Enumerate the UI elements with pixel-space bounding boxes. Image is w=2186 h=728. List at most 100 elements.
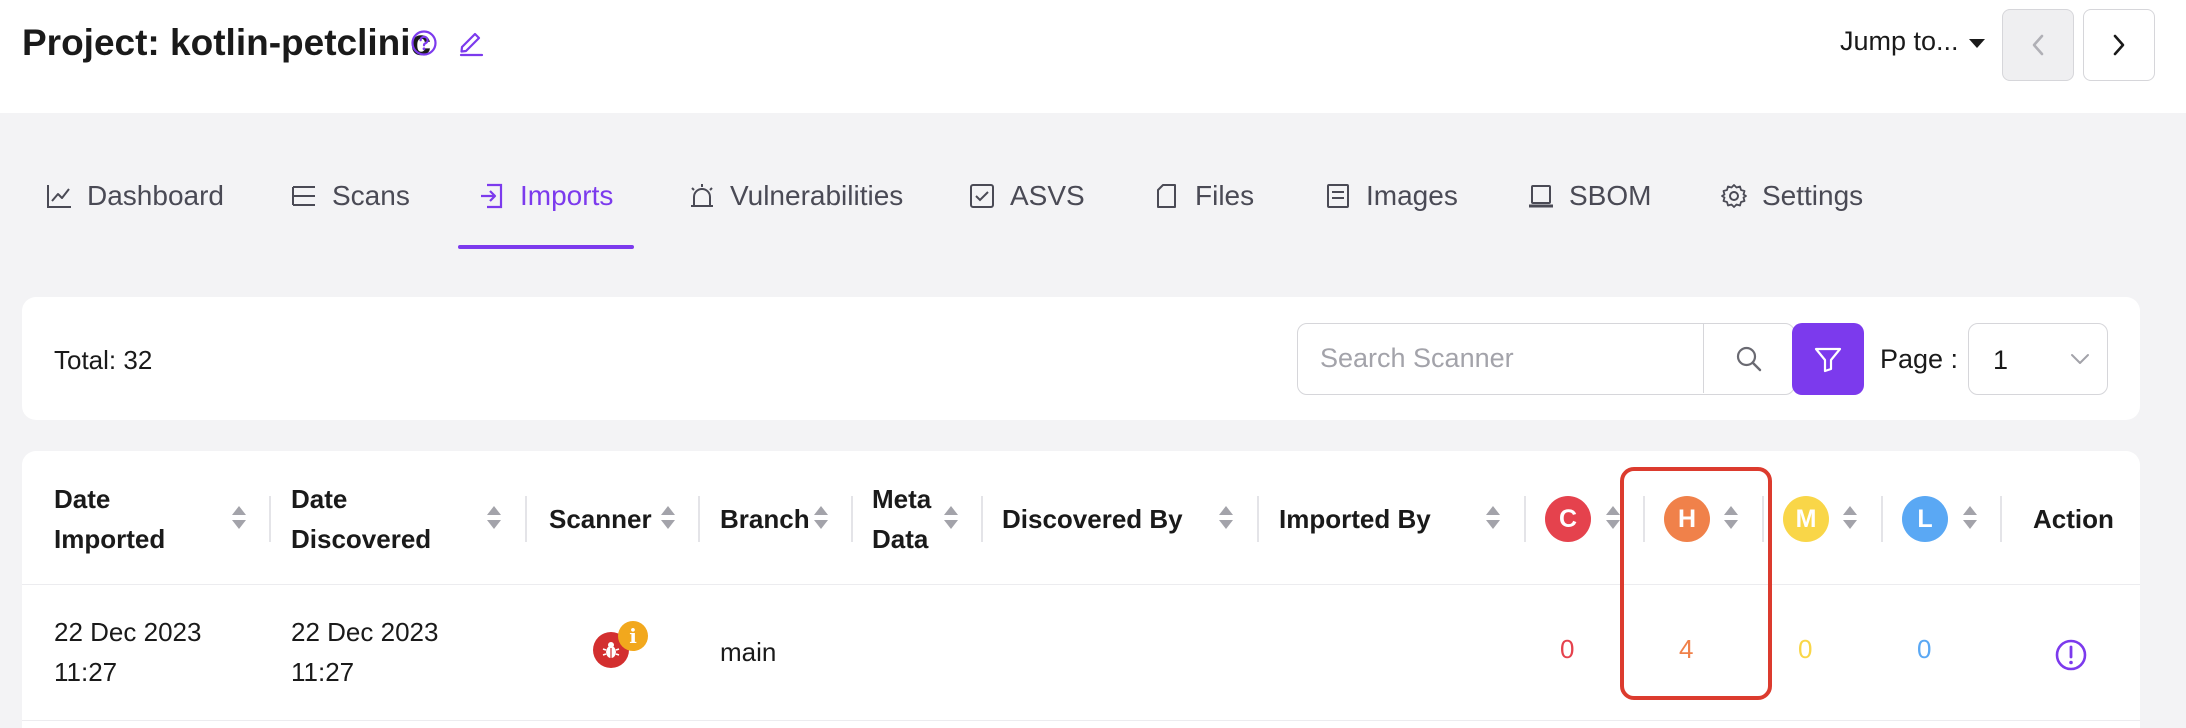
col-date-discovered-line2: Discovered <box>291 524 432 554</box>
tab-bar: Dashboard Scans Imports Vulnerabilities … <box>0 160 2186 250</box>
sort-icon[interactable] <box>1485 506 1501 532</box>
alert-circle-icon[interactable] <box>2054 638 2088 672</box>
page-title: Project: kotlin-petclinic <box>22 22 432 63</box>
top-bar: Project: kotlin-petclinic Jump to... <box>0 0 2186 113</box>
edit-icon[interactable] <box>456 27 486 57</box>
toolbar-card: Total: 32 Page : 1 <box>22 297 2140 420</box>
tab-label: Imports <box>520 180 614 211</box>
tab-label: SBOM <box>1569 180 1652 211</box>
column-divider <box>1762 496 1764 542</box>
sort-icon[interactable] <box>1723 506 1739 532</box>
col-imported-by[interactable]: Imported By <box>1279 499 1431 539</box>
cell-date-discovered-time: 11:27 <box>291 657 355 687</box>
sort-icon[interactable] <box>660 506 676 532</box>
col-date-discovered[interactable]: Date Discovered <box>291 479 431 559</box>
cell-date-discovered-date: 22 Dec 2023 <box>291 617 439 647</box>
tab-dashboard[interactable]: Dashboard <box>45 180 224 212</box>
info-badge[interactable]: i <box>618 621 648 651</box>
low-severity-badge[interactable]: L <box>1902 496 1948 542</box>
col-scanner[interactable]: Scanner <box>549 499 652 539</box>
imports-table: Date Imported Date Discovered Scanner Br… <box>22 451 2140 728</box>
cell-date-discovered: 22 Dec 2023 11:27 <box>291 612 438 692</box>
active-tab-indicator <box>458 245 634 249</box>
laptop-icon <box>1529 185 1553 208</box>
tab-settings[interactable]: Settings <box>1720 180 1863 212</box>
cell-low-count: 0 <box>1917 634 1932 664</box>
cell-date-imported-time: 11:27 <box>54 657 118 687</box>
chevron-down-icon <box>2071 354 2089 364</box>
tab-label: Settings <box>1762 180 1864 211</box>
col-date-imported-line1: Date <box>54 484 111 514</box>
chevron-right-icon <box>2113 34 2125 56</box>
column-divider <box>269 496 271 542</box>
col-meta-data-line1: Meta <box>872 484 932 514</box>
table-header: Date Imported Date Discovered Scanner Br… <box>22 451 2140 585</box>
sort-icon[interactable] <box>1605 506 1621 532</box>
tab-label: Files <box>1195 180 1255 211</box>
sort-icon[interactable] <box>943 506 959 532</box>
alarm-icon <box>691 184 713 207</box>
tab-label: ASVS <box>1010 180 1085 211</box>
caret-down-icon <box>1968 38 1985 48</box>
tab-label: Dashboard <box>87 180 224 211</box>
filter-button[interactable] <box>1792 323 1864 395</box>
tab-images[interactable]: Images <box>1324 180 1458 212</box>
cell-branch: main <box>720 637 777 667</box>
col-discovered-by[interactable]: Discovered By <box>1002 499 1183 539</box>
tab-label: Vulnerabilities <box>730 180 904 211</box>
tab-sbom[interactable]: SBOM <box>1527 180 1651 212</box>
search-box <box>1297 323 1795 395</box>
page-label: Page : <box>1880 344 1959 374</box>
cell-critical-count: 0 <box>1560 634 1575 664</box>
cell-date-imported: 22 Dec 2023 11:27 <box>54 612 201 692</box>
column-divider <box>698 496 700 542</box>
tab-imports[interactable]: Imports <box>478 180 613 212</box>
search-input[interactable] <box>1298 324 1704 393</box>
column-divider <box>1881 496 1883 542</box>
tab-label: Images <box>1366 180 1458 211</box>
jump-to-dropdown[interactable]: Jump to... <box>1840 26 1985 57</box>
col-date-imported[interactable]: Date Imported <box>54 479 165 559</box>
chevron-left-icon <box>2032 34 2044 56</box>
sort-icon[interactable] <box>231 506 247 532</box>
medium-severity-badge[interactable]: M <box>1783 496 1829 542</box>
sort-icon[interactable] <box>1218 506 1234 532</box>
col-action: Action <box>2033 504 2114 534</box>
column-divider <box>525 496 527 542</box>
cell-date-imported-date: 22 Dec 2023 <box>54 617 202 647</box>
cell-high-count: 4 <box>1679 634 1694 664</box>
search-icon <box>1736 346 1761 371</box>
sort-icon[interactable] <box>486 506 502 532</box>
table-row[interactable]: 22 Dec 2023 11:27 22 Dec 2023 11:27 i ma… <box>22 586 2140 721</box>
high-severity-badge[interactable]: H <box>1664 496 1710 542</box>
tab-files[interactable]: Files <box>1153 180 1254 212</box>
sort-icon[interactable] <box>813 506 829 532</box>
next-button[interactable] <box>2083 9 2155 81</box>
critical-severity-badge[interactable]: C <box>1545 496 1591 542</box>
page-select[interactable]: 1 <box>1968 323 2108 395</box>
col-meta-data[interactable]: Meta Data <box>872 479 931 559</box>
column-divider <box>2000 496 2002 542</box>
column-divider <box>981 496 983 542</box>
col-date-imported-line2: Imported <box>54 524 166 554</box>
tab-vulnerabilities[interactable]: Vulnerabilities <box>688 180 903 212</box>
column-divider <box>1257 496 1259 542</box>
col-date-discovered-line1: Date <box>291 484 348 514</box>
help-icon[interactable] <box>410 29 438 57</box>
page-value: 1 <box>1993 345 2009 375</box>
total-count: Total: 32 <box>54 345 153 375</box>
tab-scans[interactable]: Scans <box>290 180 410 212</box>
search-button[interactable] <box>1703 324 1793 393</box>
col-branch[interactable]: Branch <box>720 499 810 539</box>
previous-button[interactable] <box>2002 9 2074 81</box>
filter-icon <box>1814 347 1842 373</box>
column-divider <box>851 496 853 542</box>
column-divider <box>1643 496 1645 542</box>
jump-to-label: Jump to... <box>1840 26 1959 56</box>
checkbox-icon <box>970 184 994 208</box>
col-meta-data-line2: Data <box>872 524 929 554</box>
sort-icon[interactable] <box>1962 506 1978 532</box>
tab-asvs[interactable]: ASVS <box>968 180 1085 212</box>
chart-line-icon <box>47 185 71 208</box>
sort-icon[interactable] <box>1842 506 1858 532</box>
